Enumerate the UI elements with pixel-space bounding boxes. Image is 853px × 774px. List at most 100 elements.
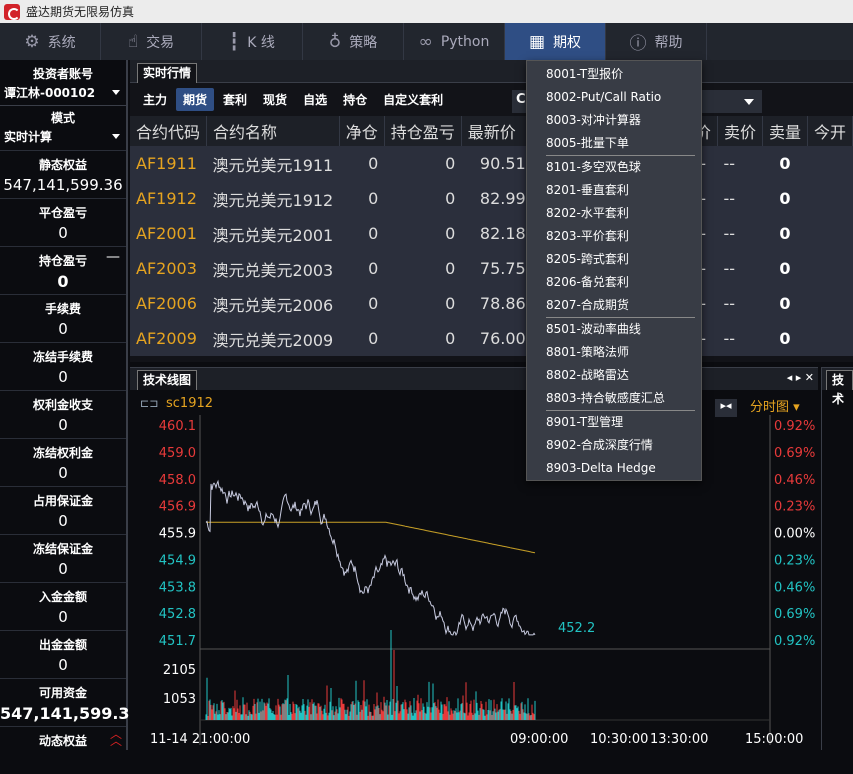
options-menu-item[interactable]: 8901-T型管理 [527, 411, 701, 434]
tab-realtime-quotes[interactable]: 实时行情 [137, 63, 198, 83]
col-name[interactable]: 合约名称 [206, 116, 340, 146]
options-menu-item[interactable]: 8903-Delta Hedge [527, 457, 701, 480]
filter-positions[interactable]: 持仓 [336, 88, 374, 111]
table-row[interactable]: AF2006澳元兑美元20060078.86----0 [130, 286, 853, 321]
cell-open [807, 181, 853, 216]
mode-select[interactable]: 实时计算 [0, 126, 126, 146]
options-menu-item[interactable]: 8802-战略雷达 [527, 364, 701, 387]
cell-name: 澳元兑美元1911 [206, 146, 340, 181]
options-menu-item[interactable]: 8005-批量下单 [527, 132, 701, 155]
price-tick: 451.7 [159, 634, 196, 649]
col-code[interactable]: 合约代码 [130, 116, 208, 146]
cell-ask-vol: 0 [762, 181, 808, 216]
menu-options[interactable]: ▦ 期权 [505, 23, 606, 60]
table-row[interactable]: AF2003澳元兑美元20030075.75----0 [130, 251, 853, 286]
options-menu-item[interactable]: 8501-波动率曲线 [527, 318, 701, 341]
account-label: 投资者账号 [32, 67, 93, 81]
options-menu-item[interactable]: 8207-合成期货 [527, 294, 701, 317]
cell-pnl: 0 [384, 146, 462, 181]
col-ask[interactable]: 卖价 [717, 116, 763, 146]
menubar-filler [707, 23, 853, 60]
last-price-label: 452.2 [558, 621, 595, 636]
chart-panel-controls[interactable]: ◂ ▸ ✕ [787, 371, 814, 384]
cell-ask: -- [717, 146, 763, 181]
cell-ask: -- [717, 251, 763, 286]
options-menu-item[interactable]: 8002-Put/Call Ratio [527, 86, 701, 109]
cell-pnl: 0 [384, 286, 462, 321]
field-premium: 权利金收支 0 [0, 390, 126, 438]
options-menu-item[interactable]: 8001-T型报价 [527, 63, 701, 86]
menu-help[interactable]: ⓘ 帮助 [606, 23, 707, 60]
double-chevron-up-icon[interactable]: ︿ ︿ [110, 728, 122, 747]
right-chart-panel: 技术 [821, 367, 853, 750]
col-last[interactable]: 最新价 [461, 116, 533, 146]
intraday-chart[interactable]: 460.1 0.92% 459.0 0.69% 458.0 0.46% 456.9 0.23%… [130, 390, 818, 751]
bulb-icon: ♁ [328, 31, 342, 52]
filter-watchlist[interactable]: 自选 [296, 88, 334, 111]
cell-last: 82.99 [461, 181, 532, 216]
time-tick: 15:00:00 [745, 732, 803, 747]
tab-technical-chart[interactable]: 技术线图 [137, 370, 198, 390]
menu-strategy[interactable]: ♁ 策略 [303, 23, 404, 60]
table-row[interactable]: AF2001澳元兑美元20010082.18----0 [130, 216, 853, 251]
cell-open [807, 321, 853, 356]
menu-python[interactable]: ∞ Python [404, 23, 505, 60]
options-menu-item[interactable]: 8206-备兑套利 [527, 271, 701, 294]
chevron-down-icon [112, 89, 120, 95]
menu-system[interactable]: ⚙ 系统 [0, 23, 101, 60]
cell-ask: -- [717, 321, 763, 356]
cell-name: 澳元兑美元1912 [206, 181, 340, 216]
options-menu-item[interactable]: 8803-持合敏感度汇总 [527, 387, 701, 410]
time-tick: 11-14 21:00:00 [150, 732, 250, 747]
filter-main[interactable]: 主力 [136, 88, 174, 111]
table-row[interactable]: AF1912澳元兑美元19120082.99----0 [130, 181, 853, 216]
table-row[interactable]: AF2009澳元兑美元20090076.00----0 [130, 321, 853, 356]
cell-last: 76.00 [461, 321, 532, 356]
table-header: 合约代码 合约名称 净仓 持仓盈亏 最新价 价 卖价 卖量 今开 [130, 116, 853, 146]
options-menu-item[interactable]: 8205-跨式套利 [527, 248, 701, 271]
pct-tick: 0.92% [774, 419, 815, 434]
price-tick: 454.9 [159, 553, 196, 568]
cell-name: 澳元兑美元2009 [206, 321, 340, 356]
options-menu-item[interactable]: 8801-策略法师 [527, 341, 701, 364]
menu-trade[interactable]: ☝ 交易 [101, 23, 202, 60]
field-close-pnl: 平仓盈亏 0 [0, 198, 126, 246]
col-net[interactable]: 净仓 [339, 116, 385, 146]
price-line [205, 479, 536, 637]
options-menu-item[interactable]: 8101-多空双色球 [527, 156, 701, 179]
account-select[interactable]: 谭江林-000102 [0, 82, 126, 102]
price-tick: 460.1 [159, 419, 196, 434]
options-menu-item[interactable]: 8902-合成深度行情 [527, 434, 701, 457]
main-menubar: ⚙ 系统 ☝ 交易 ┇ K 线 ♁ 策略 ∞ Python ▦ 期权 ⓘ 帮助 [0, 23, 853, 60]
cell-ask: -- [717, 286, 763, 321]
field-frozen-commission: 冻结手续费 0 [0, 342, 126, 390]
field-withdraw: 出金金额 0 [0, 630, 126, 678]
filter-custom-spread[interactable]: 自定义套利 [376, 88, 450, 111]
filter-spot[interactable]: 现货 [256, 88, 294, 111]
filter-futures[interactable]: 期货 [176, 88, 215, 111]
table-row[interactable]: AF1911澳元兑美元19110090.51----0 [130, 146, 853, 181]
cell-ask-vol: 0 [762, 146, 808, 181]
pct-tick: 0.69% [774, 446, 815, 461]
price-tick: 452.8 [159, 607, 196, 622]
quotes-tabstrip: 实时行情 [130, 60, 853, 83]
cell-name: 澳元兑美元2006 [206, 286, 340, 321]
col-ask-vol[interactable]: 卖量 [762, 116, 808, 146]
price-tick: 459.0 [159, 446, 196, 461]
options-menu-item[interactable]: 8202-水平套利 [527, 202, 701, 225]
field-dynamic-equity: ︿ ︿ 动态权益 [0, 726, 126, 774]
candlestick-icon: ┇ [229, 31, 240, 52]
cell-open [807, 286, 853, 321]
pct-tick: 0.92% [774, 634, 815, 649]
collapse-icon[interactable]: — [106, 249, 120, 265]
menu-kline[interactable]: ┇ K 线 [202, 23, 303, 60]
col-open[interactable]: 今开 [807, 116, 853, 146]
filter-spread[interactable]: 套利 [216, 88, 254, 111]
col-pnl[interactable]: 持仓盈亏 [384, 116, 462, 146]
options-menu-item[interactable]: 8003-对冲计算器 [527, 109, 701, 132]
options-menu-item[interactable]: 8203-平价套利 [527, 225, 701, 248]
tab-technical-right[interactable]: 技术 [826, 370, 853, 406]
cell-pnl: 0 [384, 251, 462, 286]
options-menu-item[interactable]: 8201-垂直套利 [527, 179, 701, 202]
app-logo-icon [4, 3, 20, 20]
